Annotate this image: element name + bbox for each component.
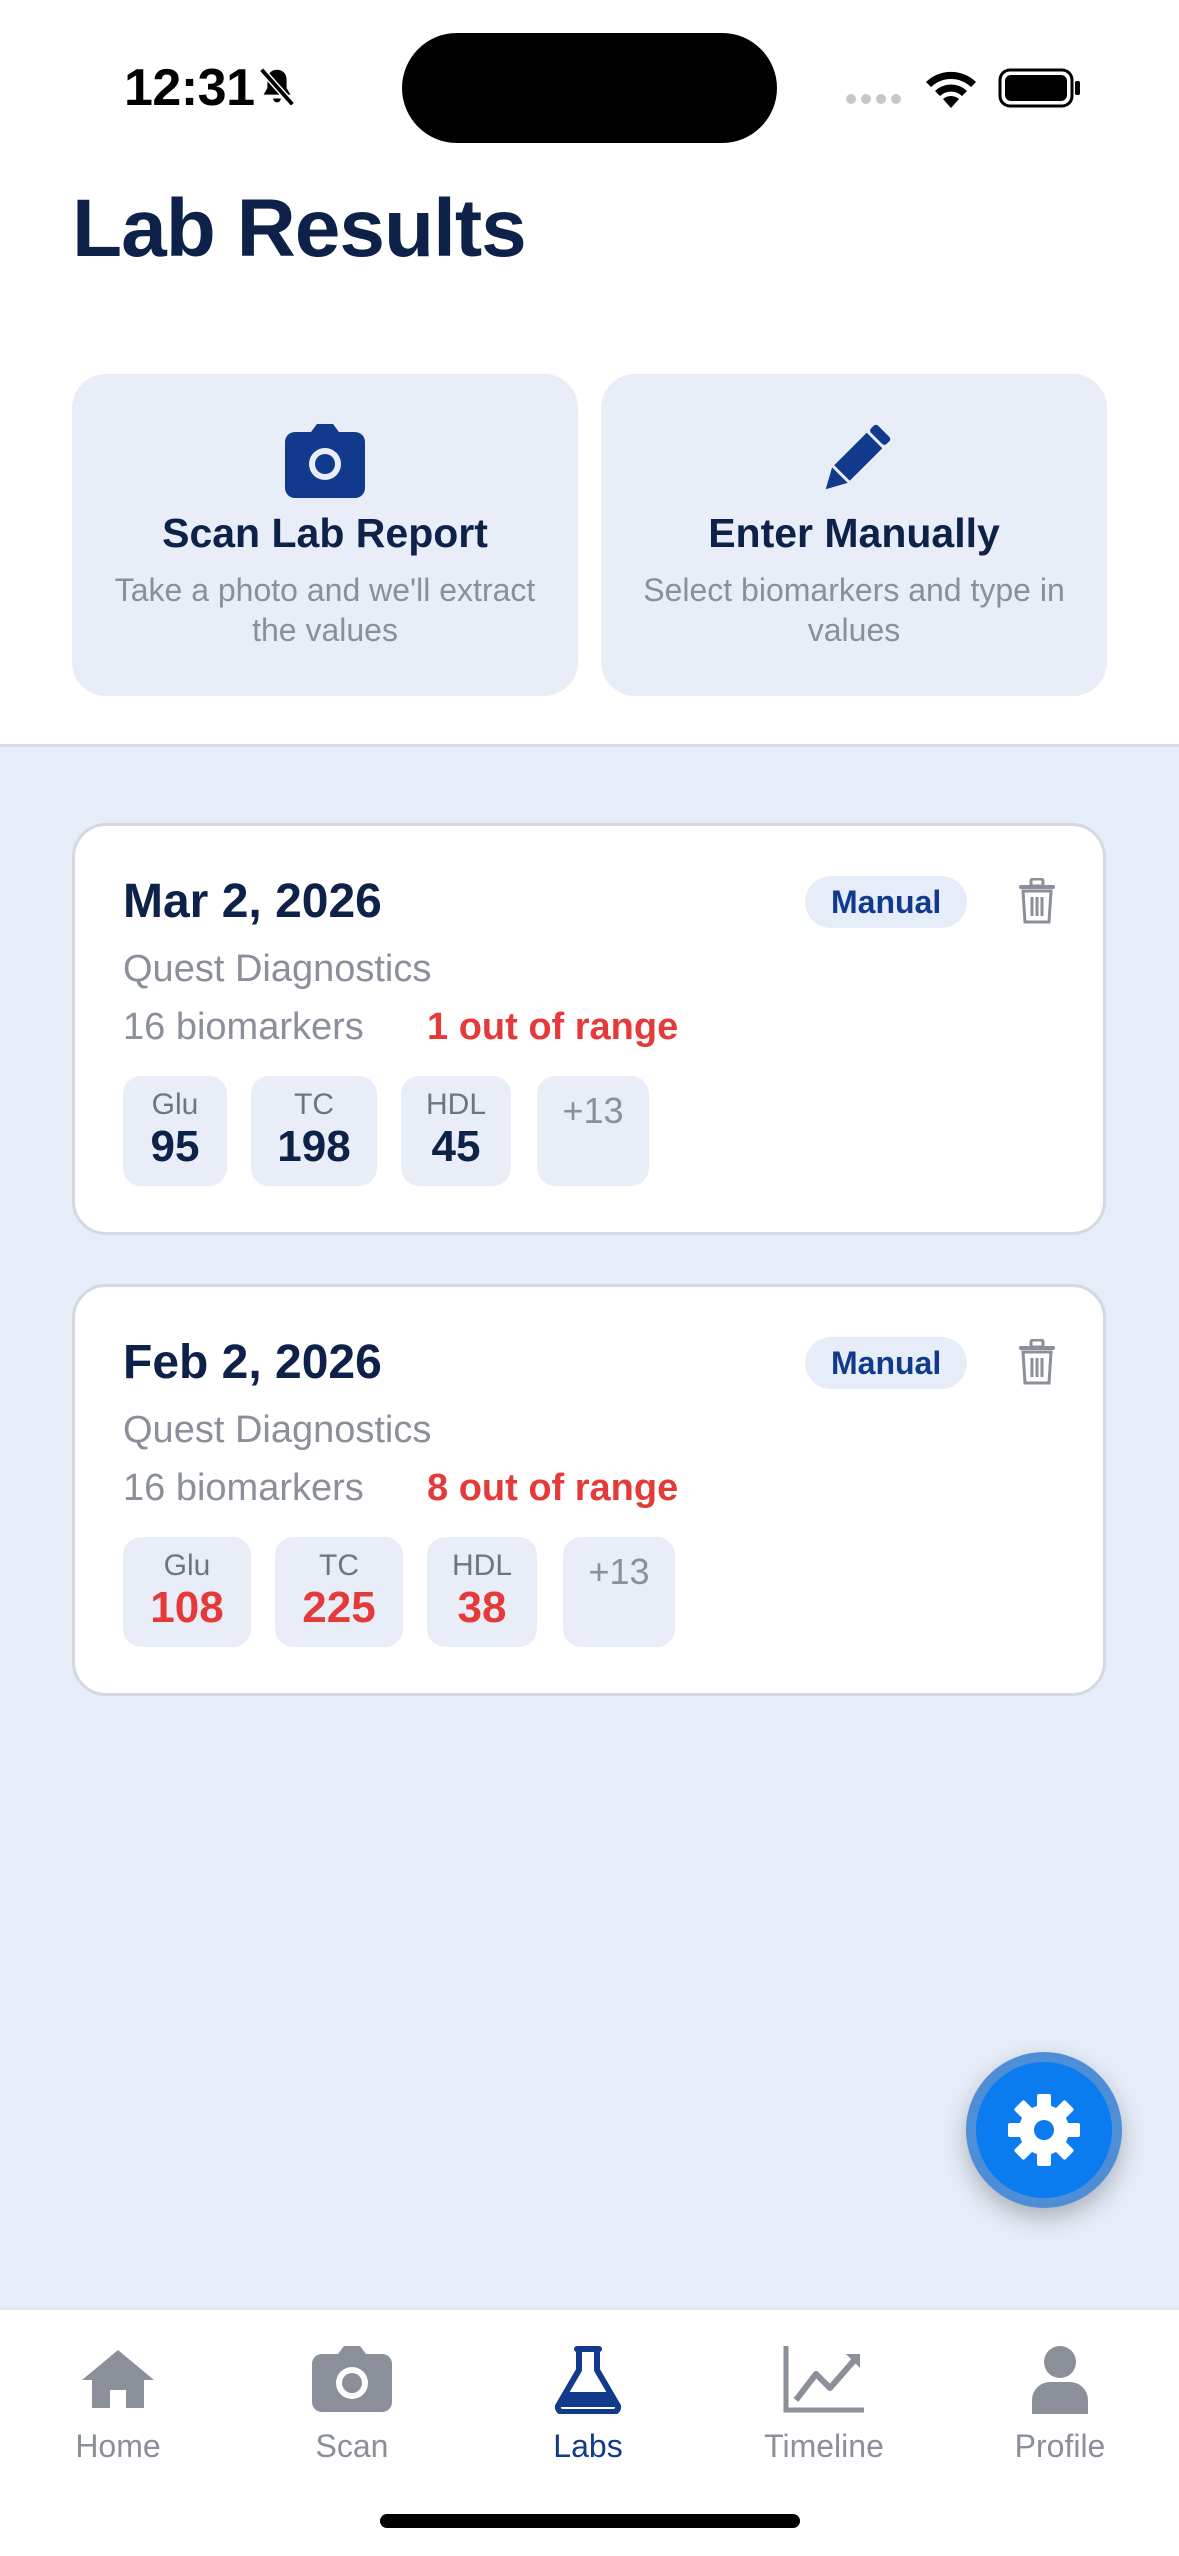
action-title: Scan Lab Report <box>162 510 488 556</box>
lab-results-screen: 12:31 Lab Results Scan Lab Report Take a… <box>0 0 1179 2556</box>
chip-label: TC <box>319 1549 359 1582</box>
chip-value: 45 <box>431 1122 481 1171</box>
tab-label: Home <box>75 2428 161 2464</box>
tab-home[interactable]: Home <box>18 2340 218 2470</box>
chip-value: 38 <box>457 1583 507 1632</box>
chip-label: Glu <box>163 1549 211 1582</box>
tab-profile[interactable]: Profile <box>960 2340 1160 2470</box>
tab-label: Labs <box>553 2428 623 2464</box>
tab-scan[interactable]: Scan <box>252 2340 452 2470</box>
chip-label: Glu <box>151 1088 199 1121</box>
entry-type-badge: Manual <box>805 876 968 928</box>
chip-value: 225 <box>302 1583 376 1632</box>
camera-icon <box>285 424 365 498</box>
more-biomarkers-chip: +13 <box>537 1076 649 1186</box>
action-subtitle: Select biomarkers and type in values <box>643 572 1065 648</box>
entry-type-badge: Manual <box>805 1337 968 1389</box>
lab-result-card[interactable]: Feb 2, 2026 Manual Quest Diagnostics 16 … <box>72 1284 1106 1696</box>
biomarker-count: 16 biomarkers <box>123 1467 364 1509</box>
lab-date: Mar 2, 2026 <box>123 875 382 928</box>
lab-result-card[interactable]: Mar 2, 2026 Manual Quest Diagnostics 16 … <box>72 823 1106 1235</box>
more-biomarkers-chip: +13 <box>563 1537 675 1647</box>
person-icon <box>1032 2346 1088 2414</box>
wifi-icon <box>926 71 976 108</box>
biomarker-chip: Glu 108 <box>123 1537 251 1647</box>
home-icon <box>82 2350 154 2408</box>
lab-date: Feb 2, 2026 <box>123 1336 382 1389</box>
bell-off-icon <box>259 67 295 107</box>
chip-label: TC <box>294 1088 334 1121</box>
enter-manually-button[interactable]: Enter Manually Select biomarkers and typ… <box>601 374 1107 696</box>
tab-timeline[interactable]: Timeline <box>724 2340 924 2470</box>
biomarker-count: 16 biomarkers <box>123 1006 364 1048</box>
tab-label: Scan <box>315 2428 389 2464</box>
trash-icon[interactable] <box>1017 1339 1057 1385</box>
biomarker-chip: HDL 38 <box>427 1537 537 1647</box>
status-bar: 12:31 <box>0 0 1179 150</box>
pencil-icon <box>825 424 891 490</box>
status-time: 12:31 <box>124 59 255 117</box>
camera-icon <box>312 2346 392 2412</box>
trash-icon[interactable] <box>1017 878 1057 924</box>
flask-icon <box>554 2346 622 2414</box>
chip-value: 95 <box>150 1122 200 1171</box>
chip-label: HDL <box>425 1088 486 1121</box>
more-count: +13 <box>588 1551 650 1592</box>
gear-icon <box>1008 2094 1080 2166</box>
lab-provider: Quest Diagnostics <box>123 1409 432 1451</box>
tab-labs[interactable]: Labs <box>488 2340 688 2470</box>
dynamic-island <box>402 33 777 143</box>
battery-icon <box>998 68 1080 108</box>
page-title: Lab Results <box>72 183 527 274</box>
tab-label: Timeline <box>764 2428 884 2464</box>
chip-value: 198 <box>277 1122 351 1171</box>
tab-label: Profile <box>1014 2428 1106 2464</box>
chart-line-icon <box>783 2346 864 2413</box>
lab-provider: Quest Diagnostics <box>123 948 432 990</box>
biomarker-chip: TC 225 <box>275 1537 403 1647</box>
out-of-range-count: 1 out of range <box>427 1006 679 1048</box>
chip-value: 108 <box>150 1583 224 1632</box>
home-indicator[interactable] <box>380 2514 800 2528</box>
chip-label: HDL <box>451 1549 512 1582</box>
biomarker-chip: HDL 45 <box>401 1076 511 1186</box>
action-subtitle: Take a photo and we'll extract the value… <box>114 572 536 648</box>
more-count: +13 <box>562 1090 624 1131</box>
cellular-signal-icon <box>846 94 901 104</box>
biomarker-chip: TC 198 <box>251 1076 377 1186</box>
out-of-range-count: 8 out of range <box>427 1467 679 1509</box>
action-title: Enter Manually <box>708 510 1000 556</box>
settings-fab-button[interactable] <box>966 2052 1122 2208</box>
biomarker-chip: Glu 95 <box>123 1076 227 1186</box>
scan-lab-report-button[interactable]: Scan Lab Report Take a photo and we'll e… <box>72 374 578 696</box>
